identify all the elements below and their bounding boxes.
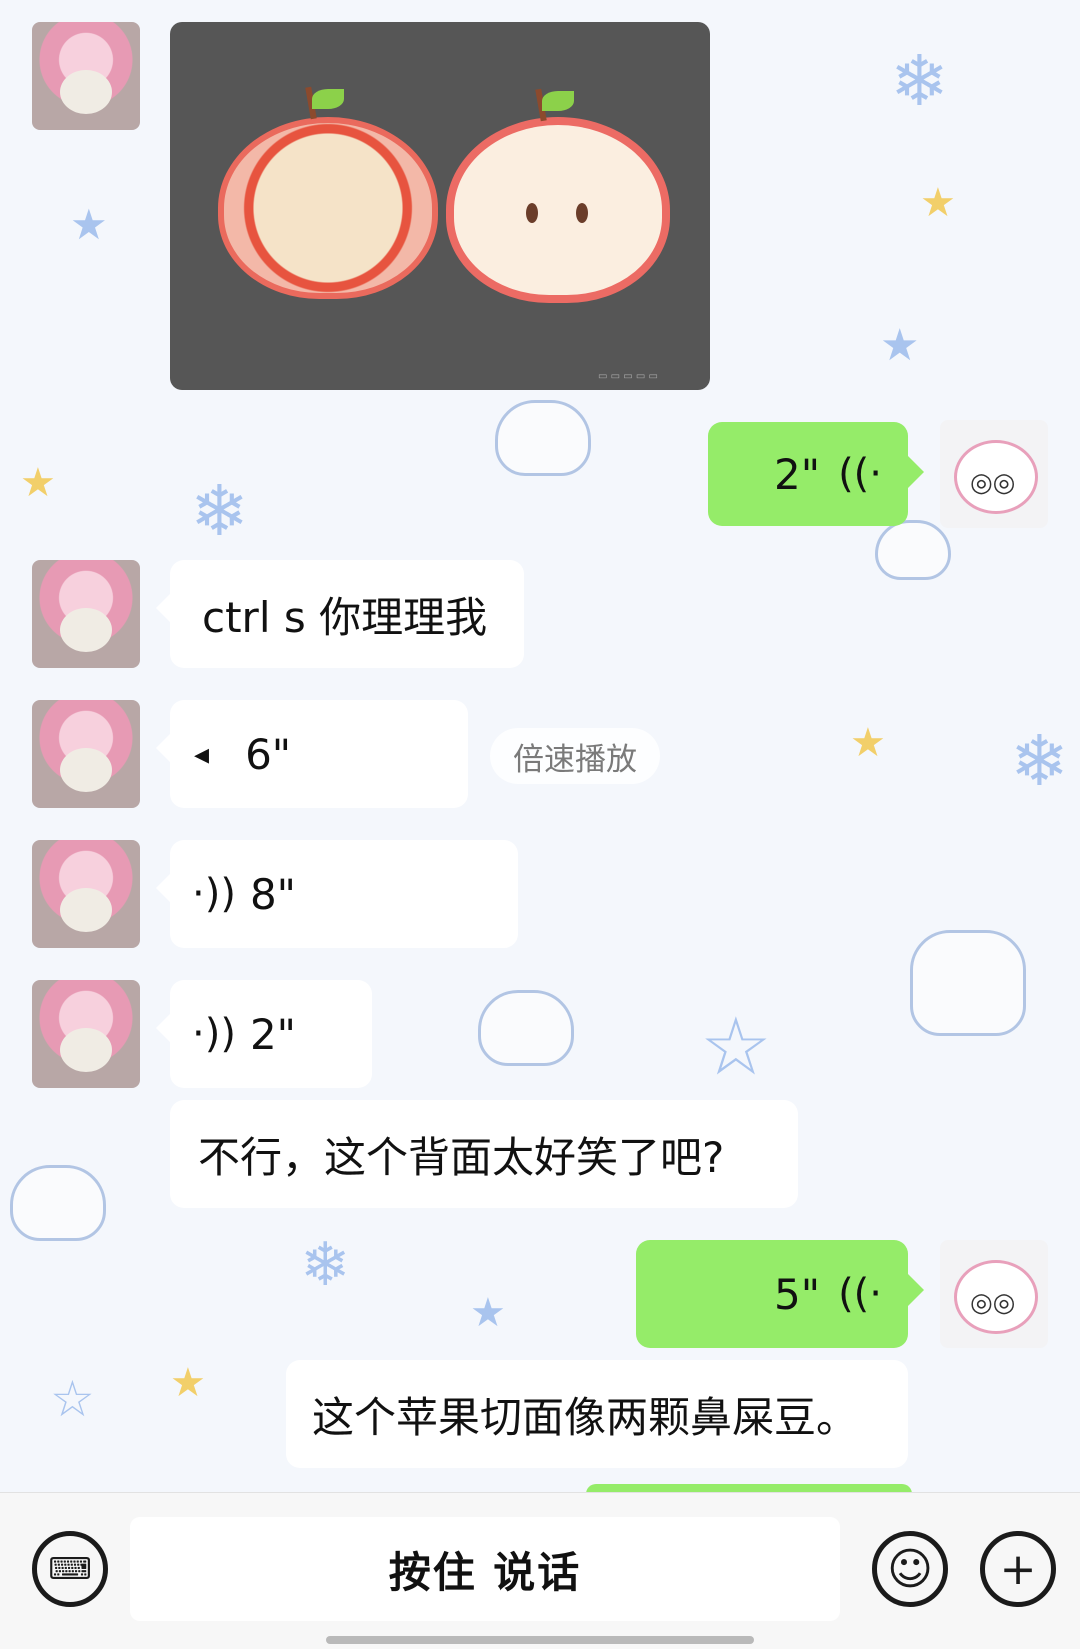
voice-wave-icon: ((· [838, 451, 882, 497]
glasses-icon: ◎◎ [970, 468, 1016, 498]
emoji-icon[interactable]: ☺ [872, 1531, 948, 1607]
cat-decoration [910, 930, 1026, 1036]
star-decoration: ★ [20, 460, 56, 506]
friend-voice-message[interactable]: ·)) 2" [156, 980, 372, 1088]
my-voice-message[interactable]: 5" ((· [636, 1240, 924, 1348]
snowflake-decoration: ❄ [190, 470, 249, 552]
apple-leaf [312, 89, 344, 109]
hold-to-talk-button[interactable]: 按住 说话 [130, 1517, 840, 1621]
glasses-icon: ◎◎ [970, 1288, 1016, 1318]
voice-duration: 2" [249, 1009, 296, 1059]
friend-avatar[interactable] [32, 840, 140, 948]
hold-to-talk-label: 按住 说话 [388, 1547, 582, 1597]
keyboard-icon[interactable]: ⌨ [32, 1531, 108, 1607]
apple-seed [526, 203, 538, 223]
star-decoration: ☆ [50, 1370, 95, 1428]
friend-voice-message[interactable]: ·)) 8" [156, 840, 518, 948]
my-avatar[interactable]: ◎◎ [940, 1240, 1048, 1348]
photo-footer-bar: ▭ ▭ ▭ ▭ ▭ [598, 371, 658, 382]
star-decoration: ★ [470, 1290, 506, 1336]
cat-decoration [875, 520, 951, 580]
cat-decoration [478, 990, 574, 1066]
message-text: ctrl s 你理理我 [202, 592, 488, 642]
voice-duration: 5" [774, 1269, 821, 1319]
voice-wave-icon: ((· [838, 1271, 882, 1317]
friend-avatar[interactable] [32, 700, 140, 808]
playback-speed-button[interactable]: 倍速播放 [490, 728, 660, 784]
star-decoration: ★ [920, 180, 956, 226]
apple-artwork-front [218, 86, 438, 299]
shared-photo[interactable]: ▭ ▭ ▭ ▭ ▭ [170, 22, 710, 390]
chat-input-bar: ⌨ 按住 说话 ☺ + [0, 1492, 1080, 1649]
snowflake-decoration: ❄ [300, 1230, 351, 1300]
apple-leaf [542, 91, 574, 111]
cat-decoration [495, 400, 591, 476]
star-decoration: ★ [170, 1360, 206, 1406]
message-text: 这个苹果切面像两颗鼻屎豆。 [312, 1392, 859, 1442]
friend-voice-message[interactable]: ◂ 6" [156, 700, 468, 808]
my-voice-message[interactable]: 2" ((· [708, 422, 924, 526]
friend-avatar[interactable] [32, 22, 140, 130]
snowflake-decoration: ❄ [890, 40, 949, 122]
voice-wave-icon: ·)) [192, 871, 236, 917]
friend-avatar[interactable] [32, 560, 140, 668]
my-avatar[interactable]: ◎◎ [940, 420, 1048, 528]
playback-speed-label: 倍速播放 [513, 741, 637, 778]
voice-wave-icon: ·)) [192, 1011, 236, 1057]
apple-artwork-back [446, 88, 670, 303]
plus-icon[interactable]: + [980, 1531, 1056, 1607]
star-decoration: ★ [880, 320, 920, 371]
friend-avatar[interactable] [32, 980, 140, 1088]
snowflake-decoration: ❄ [1010, 720, 1069, 802]
voice-wave-icon: ◂ [194, 736, 210, 772]
home-indicator[interactable] [326, 1636, 754, 1644]
friend-text-message[interactable]: ctrl s 你理理我 [156, 560, 524, 668]
voice-duration: 6" [245, 729, 292, 779]
cat-decoration [10, 1165, 106, 1241]
voice-duration: 2" [774, 449, 821, 499]
message-text: 不行，这个背面太好笑了吧? [198, 1132, 725, 1182]
star-decoration: ☆ [700, 1000, 772, 1093]
my-text-message[interactable]: 这个苹果切面像两颗鼻屎豆。 [286, 1360, 908, 1468]
apple-seed [576, 203, 588, 223]
star-decoration: ★ [70, 200, 108, 249]
voice-duration: 8" [249, 869, 296, 919]
friend-text-message[interactable]: 不行，这个背面太好笑了吧? [170, 1100, 798, 1208]
star-decoration: ★ [850, 720, 886, 766]
